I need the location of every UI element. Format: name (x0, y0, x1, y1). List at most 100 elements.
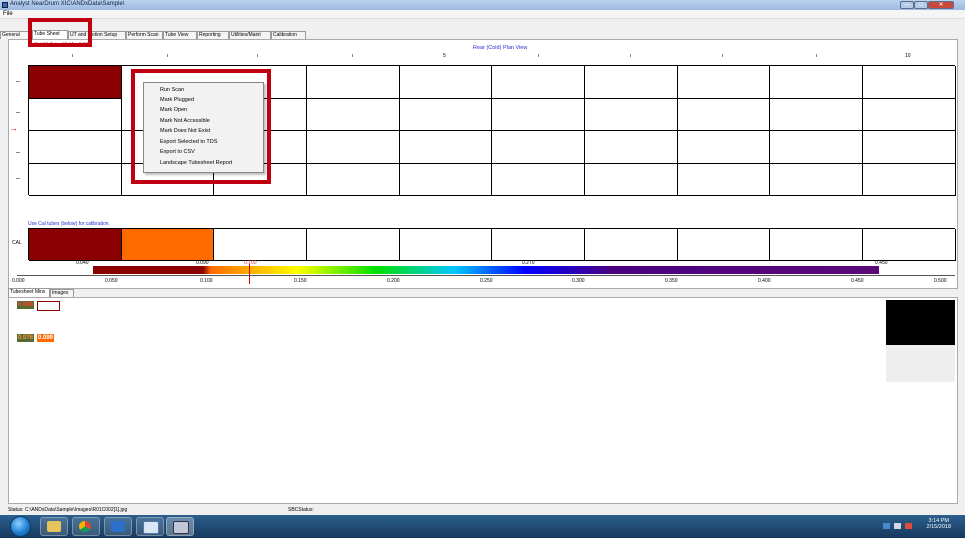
tube-cell[interactable] (585, 66, 678, 99)
menu-item-mark-not-accessible[interactable]: Mark Not Accessible (145, 116, 262, 126)
column-number-10: 10 (905, 53, 911, 59)
explorer-taskbar-icon[interactable] (40, 517, 68, 536)
tube-cell[interactable] (678, 131, 770, 164)
tube-cell[interactable] (770, 66, 863, 99)
cal-tube-cell[interactable] (400, 229, 492, 261)
tube-cell[interactable] (863, 131, 956, 164)
tab-tubesheet-mins[interactable]: Tubesheet Mins (8, 288, 50, 297)
scale-bottom-label: 0.500 (934, 278, 947, 284)
tube-cell[interactable] (585, 131, 678, 164)
volume-icon[interactable] (905, 523, 912, 529)
analyst-taskbar-icon[interactable] (166, 517, 194, 536)
clock[interactable]: 3:14 PM 2/15/2018 (927, 518, 951, 530)
tube-cell[interactable] (29, 131, 122, 164)
powerpoint-taskbar-icon[interactable] (104, 517, 132, 536)
tube-cell[interactable] (29, 164, 122, 196)
image-preview-black (886, 300, 955, 345)
tab-calibration[interactable]: Calibration (271, 31, 306, 39)
tube-cell[interactable] (307, 99, 400, 131)
close-button[interactable]: ✕ (928, 1, 954, 9)
title-bar: Analyst NearDrum XIC\ANDxData\Sample\ — … (0, 0, 965, 10)
tube-cell[interactable] (307, 131, 400, 164)
tab-ut-motion-setup[interactable]: UT and Motion Setup (68, 31, 126, 39)
tab-images[interactable]: Images (50, 289, 74, 297)
tab-utilities-maint[interactable]: Utilities/Maint (229, 31, 271, 39)
cal-tube-cell[interactable] (29, 229, 122, 261)
scale-bottom-label: 0.300 (572, 278, 585, 284)
color-scale-bar (93, 266, 879, 274)
menu-item-export-csv[interactable]: Export to CSV (145, 147, 262, 157)
tab-tube-view[interactable]: Tube View (163, 31, 197, 39)
tube-cell[interactable] (400, 164, 492, 196)
tube-cell[interactable] (585, 164, 678, 196)
cal-tube-cell[interactable] (492, 229, 585, 261)
menu-item-mark-plugged[interactable]: Mark Plugged (145, 95, 262, 105)
minimize-button[interactable]: — (900, 1, 914, 9)
maximize-button[interactable]: □ (914, 1, 928, 9)
tube-cell[interactable] (29, 66, 122, 99)
chrome-taskbar-icon[interactable] (72, 517, 100, 536)
image-preview-blank (886, 345, 955, 382)
cal-tube-cell[interactable] (214, 229, 307, 261)
clock-date: 2/15/2018 (926, 524, 951, 530)
bottom-tabs: Tubesheet Mins Images (8, 288, 208, 297)
cal-tube-cell[interactable] (585, 229, 678, 261)
tube-cell[interactable] (400, 99, 492, 131)
cal-tube-cell[interactable] (122, 229, 214, 261)
column-number-5: 5 (443, 53, 446, 59)
tube-cell[interactable] (863, 99, 956, 131)
tube-cell[interactable] (678, 164, 770, 196)
menu-bar: File (0, 10, 965, 19)
window-taskbar-icon[interactable] (136, 517, 164, 536)
column-tick (630, 54, 631, 57)
scale-top-label: 0.040 (76, 260, 89, 266)
column-tick (352, 54, 353, 57)
tab-reporting[interactable]: Reporting (197, 31, 229, 39)
menu-item-export-selected-tds[interactable]: Export Selected to TDS (145, 137, 262, 147)
tube-cell[interactable] (400, 131, 492, 164)
tube-cell[interactable] (863, 164, 956, 196)
tray-icon[interactable] (894, 523, 901, 529)
start-button[interactable] (10, 516, 31, 537)
row-tick (16, 178, 20, 179)
tube-cell[interactable] (492, 66, 585, 99)
scale-bottom-label: 0.250 (480, 278, 493, 284)
menu-item-mark-open[interactable]: Mark Open (145, 105, 262, 115)
tube-cell[interactable] (400, 66, 492, 99)
scale-axis (17, 275, 955, 276)
menu-item-mark-does-not-exist[interactable]: Mark Does Not Exist (145, 126, 262, 136)
scale-bottom-label: 0.100 (200, 278, 213, 284)
tube-cell[interactable] (863, 66, 956, 99)
tube-cell[interactable] (492, 131, 585, 164)
status-bar: Status: C:\ANDxData\Sample\Images\R01C00… (0, 505, 965, 515)
window-title: Analyst NearDrum XIC\ANDxData\Sample\ (10, 1, 125, 7)
cal-tube-cell[interactable] (307, 229, 400, 261)
tube-cell[interactable] (307, 164, 400, 196)
scale-marker-line (249, 264, 250, 284)
menu-item-run-scan[interactable]: Run Scan (145, 85, 262, 95)
tube-cell[interactable] (492, 164, 585, 196)
tube-cell[interactable] (770, 131, 863, 164)
scale-bottom-label: 0.050 (105, 278, 118, 284)
tab-tube-sheet[interactable]: Tube Sheet (32, 30, 68, 39)
tube-cell[interactable] (585, 99, 678, 131)
cal-tube-cell[interactable] (678, 229, 770, 261)
row-tick (16, 152, 20, 153)
cal-tube-cell[interactable] (770, 229, 863, 261)
menu-item-landscape-report[interactable]: Landscape Tubesheet Report (145, 158, 262, 168)
menu-file[interactable]: File (3, 11, 13, 17)
tube-cell[interactable] (492, 99, 585, 131)
tube-cell[interactable] (770, 164, 863, 196)
tube-cell[interactable] (678, 99, 770, 131)
tube-cell[interactable] (307, 66, 400, 99)
tab-general[interactable]: General (0, 31, 32, 39)
tube-cell[interactable] (678, 66, 770, 99)
cal-tube-cell[interactable] (863, 229, 956, 261)
cal-row-label: CAL (12, 240, 22, 246)
network-icon[interactable] (883, 523, 890, 529)
cal-tube-row (28, 228, 956, 261)
tube-cell[interactable] (29, 99, 122, 131)
status-path: Status: C:\ANDxData\Sample\Images\R01C00… (8, 507, 128, 513)
tab-perform-scan[interactable]: Perform Scan (126, 31, 163, 39)
tube-cell[interactable] (770, 99, 863, 131)
